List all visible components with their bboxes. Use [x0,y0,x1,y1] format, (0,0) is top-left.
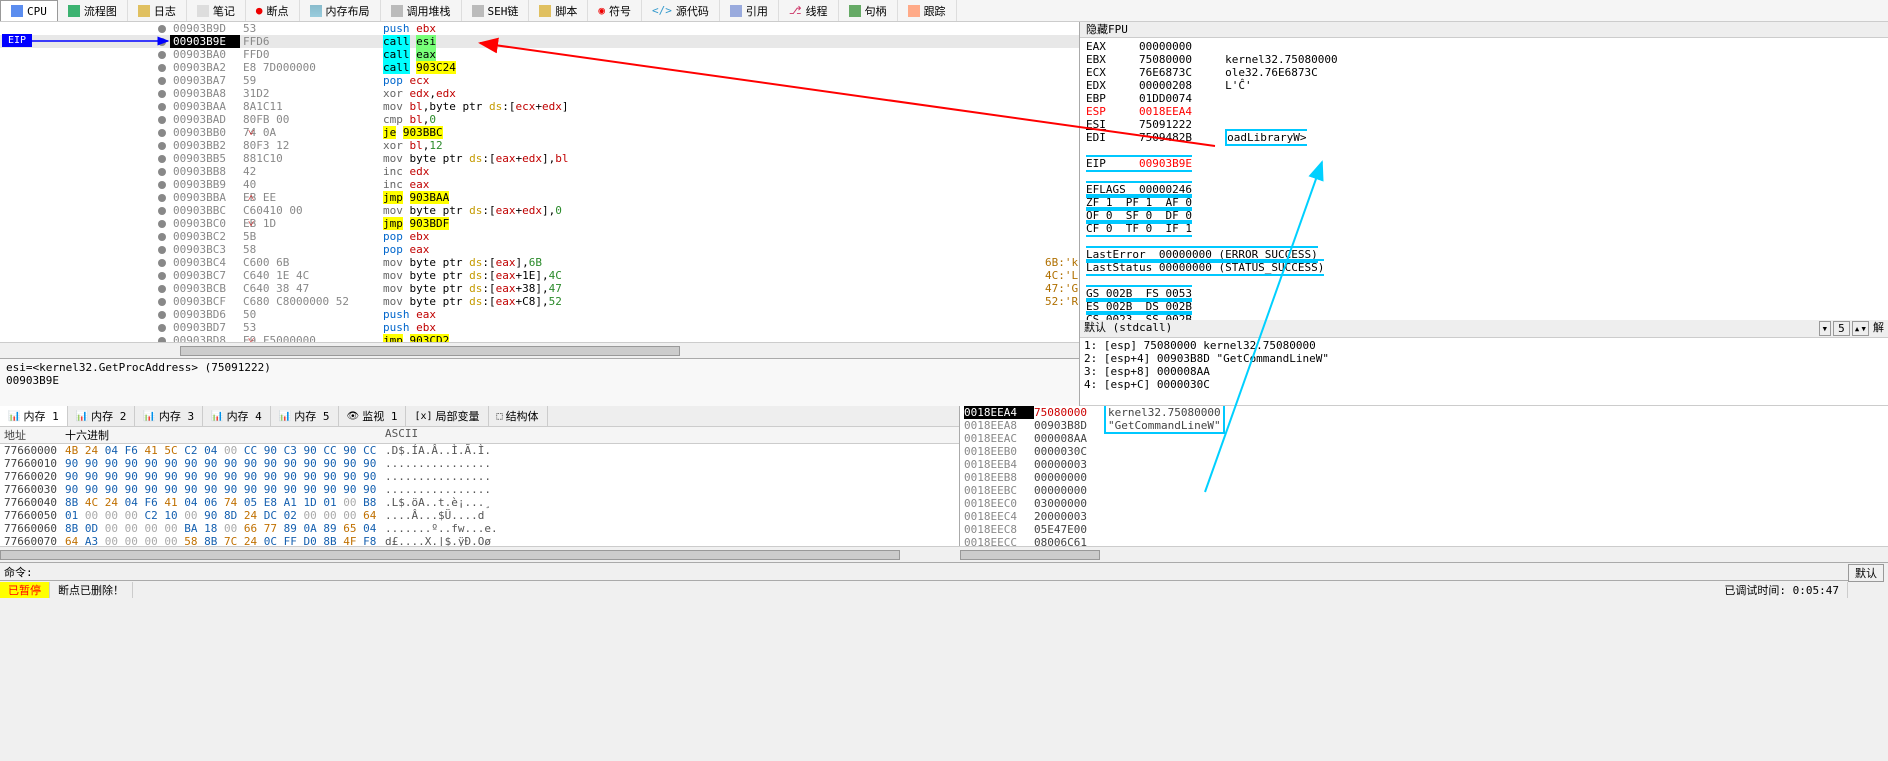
tab-log[interactable]: 日志 [128,0,187,21]
disasm-row[interactable]: 00903BCFC680 C8000000 52mov byte ptr ds:… [0,295,1079,308]
arg-count-spin[interactable]: 5 [1833,321,1850,336]
tab-trace[interactable]: 跟踪 [898,0,957,21]
dump-row[interactable]: 776600004B 24 04 F6 41 5C C2 04 00 CC 90… [0,444,959,457]
disasm-row[interactable]: 00903BA759pop ecx [0,74,1079,87]
stack-row[interactable]: 0018EEB800000000 [960,471,1888,484]
callconv-select[interactable]: 默认 (stdcall) [1084,321,1819,336]
dump-tabs: 📊内存 1📊内存 2📊内存 3📊内存 4📊内存 5👁监视 1[x]局部变量⬚结构… [0,406,959,427]
status-time: 已调试时间: 0:05:47 [1716,582,1848,598]
disasm-row[interactable]: ˄00903BBAEB EEjmp 903BAA [0,191,1079,204]
disasm-row[interactable]: 00903BC25Bpop ebx [0,230,1079,243]
disasm-row[interactable]: 00903BB940inc eax [0,178,1079,191]
info-line-1: esi=<kernel32.GetProcAddress> (75091222) [6,361,1073,374]
dump-tab-0[interactable]: 📊内存 1 [0,406,68,426]
dump-tab-2[interactable]: 📊内存 3 [135,406,203,426]
command-bar[interactable]: 命令: 默认 [0,562,1888,580]
dump-row[interactable]: 776600608B 0D 00 00 00 00 BA 18 00 66 77… [0,522,959,535]
disasm-hscroll[interactable] [0,342,1079,358]
disasm-row[interactable]: 00903BBCC60410 00mov byte ptr ds:[eax+ed… [0,204,1079,217]
dump-row[interactable]: 7766002090 90 90 90 90 90 90 90 90 90 90… [0,470,959,483]
disassembly-view[interactable]: EIP 00903B9D53push ebx00903B9EFFD6call e… [0,22,1079,342]
disasm-row[interactable]: 00903BC4C600 6Bmov byte ptr ds:[eax],6B6… [0,256,1079,269]
memory-dump-pane: 📊内存 1📊内存 2📊内存 3📊内存 4📊内存 5👁监视 1[x]局部变量⬚结构… [0,406,960,546]
col-hex[interactable]: 十六进制 [65,427,385,443]
dump-tab-1[interactable]: 📊内存 2 [68,406,136,426]
disasm-row[interactable]: 00903BD650push eax [0,308,1079,321]
disasm-row[interactable]: 00903B9D53push ebx [0,22,1079,35]
dump-tab-7[interactable]: ⬚结构体 [489,406,548,426]
tab-callstack[interactable]: 调用堆栈 [381,0,462,21]
dump-view[interactable]: 776600004B 24 04 F6 41 5C C2 04 00 CC 90… [0,444,959,546]
disasm-info-bar: esi=<kernel32.GetProcAddress> (75091222)… [0,358,1079,406]
tab-breakpoints[interactable]: ●断点 [246,0,300,21]
disasm-row[interactable]: 00903BCBC640 38 47mov byte ptr ds:[eax+3… [0,282,1079,295]
disassembly-pane: EIP 00903B9D53push ebx00903B9EFFD6call e… [0,22,1080,406]
dump-row[interactable]: 7766001090 90 90 90 90 90 90 90 90 90 90… [0,457,959,470]
disasm-row[interactable]: 00903BB280F3 12xor bl,12 [0,139,1079,152]
tab-seh[interactable]: SEH链 [462,0,530,21]
tab-source[interactable]: </>源代码 [642,0,720,21]
stack-row[interactable]: 0018EEC805E47E00 [960,523,1888,536]
dump-tab-6[interactable]: [x]局部变量 [406,406,488,426]
status-default[interactable]: 默认 [1848,564,1884,582]
main-toolbar: CPU 流程图 日志 笔记 ●断点 内存布局 调用堆栈 SEH链 脚本 ◉符号 … [0,0,1888,22]
tab-flow[interactable]: 流程图 [58,0,128,21]
status-bp: 断点已删除！ [50,582,133,598]
disasm-row[interactable]: 00903BB5881C10mov byte ptr ds:[eax+edx],… [0,152,1079,165]
stack-row[interactable]: 0018EEB00000030C [960,445,1888,458]
stack-args: 1: [esp] 75080000 kernel32.75080000 2: [… [1080,338,1888,406]
stack-row[interactable]: 0018EEA475080000kernel32.75080000 [960,406,1888,419]
dump-header: 地址 十六进制 ASCII [0,427,959,444]
status-bar: 已暂停 断点已删除！ 已调试时间: 0:05:47 [0,580,1848,598]
stack-row[interactable]: 0018EEC003000000 [960,497,1888,510]
disasm-row[interactable]: ˅00903BB074 0Aje 903BBC [0,126,1079,139]
tab-script[interactable]: 脚本 [529,0,588,21]
bottom-hscroll[interactable] [0,546,1888,562]
info-line-3: 00903B9E [6,374,1073,387]
dump-tab-5[interactable]: 👁监视 1 [339,406,407,426]
tab-references[interactable]: 引用 [720,0,779,21]
disasm-row[interactable]: 00903BD753push ebx [0,321,1079,334]
stack-row[interactable]: 0018EEB400000003 [960,458,1888,471]
disasm-row[interactable]: 00903BA2E8 7D000000call 903C24 [0,61,1079,74]
disasm-row[interactable]: 00903B9EFFD6call esi [0,35,1079,48]
status-paused: 已暂停 [0,582,50,598]
disasm-row[interactable]: 00903BA0FFD0call eax [0,48,1079,61]
stack-row[interactable]: 0018EEBC00000000 [960,484,1888,497]
dump-row[interactable]: 7766005001 00 00 00 C2 10 00 90 8D 24 DC… [0,509,959,522]
tab-threads[interactable]: ⎇线程 [779,0,839,21]
stack-row[interactable]: 0018EECC08006C61 [960,536,1888,546]
dump-tab-3[interactable]: 📊内存 4 [203,406,271,426]
stack-row[interactable]: 0018EEAC000008AA [960,432,1888,445]
unlock-button[interactable]: 解 [1873,321,1884,336]
dump-row[interactable]: 776600408B 4C 24 04 F6 41 04 06 74 05 E8… [0,496,959,509]
disasm-row[interactable]: 00903BC7C640 1E 4Cmov byte ptr ds:[eax+1… [0,269,1079,282]
registers-pane: 隐藏FPU EAX 00000000 EBX 75080000 kernel32… [1080,22,1888,406]
disasm-row[interactable]: 00903BAA8A1C11mov bl,byte ptr ds:[ecx+ed… [0,100,1079,113]
tab-symbols[interactable]: ◉符号 [588,0,642,21]
disasm-row[interactable]: 00903BA831D2xor edx,edx [0,87,1079,100]
stack-row[interactable]: 0018EEA800903B8D"GetCommandLineW" [960,419,1888,432]
dump-tab-4[interactable]: 📊内存 5 [271,406,339,426]
disasm-row[interactable]: ˅00903BC0EB 1Djmp 903BDF [0,217,1079,230]
hide-fpu-button[interactable]: 隐藏FPU [1080,22,1888,38]
tab-memmap[interactable]: 内存布局 [300,0,381,21]
stack-view[interactable]: 0018EEA475080000kernel32.750800000018EEA… [960,406,1888,546]
col-address[interactable]: 地址 [0,427,65,443]
disasm-row[interactable]: 00903BB842inc edx [0,165,1079,178]
tab-handles[interactable]: 句柄 [839,0,898,21]
tab-notes[interactable]: 笔记 [187,0,246,21]
disasm-row[interactable]: ˅00903BD8E9 F5000000jmp 903CD2 [0,334,1079,342]
col-ascii[interactable]: ASCII [385,427,959,443]
disasm-row[interactable]: 00903BAD80FB 00cmp bl,0 [0,113,1079,126]
dump-row[interactable]: 7766007064 A3 00 00 00 00 58 8B 7C 24 0C… [0,535,959,546]
dump-row[interactable]: 7766003090 90 90 90 90 90 90 90 90 90 90… [0,483,959,496]
tab-cpu[interactable]: CPU [0,0,58,21]
stack-row[interactable]: 0018EEC420000003 [960,510,1888,523]
disasm-row[interactable]: 00903BC358pop eax [0,243,1079,256]
